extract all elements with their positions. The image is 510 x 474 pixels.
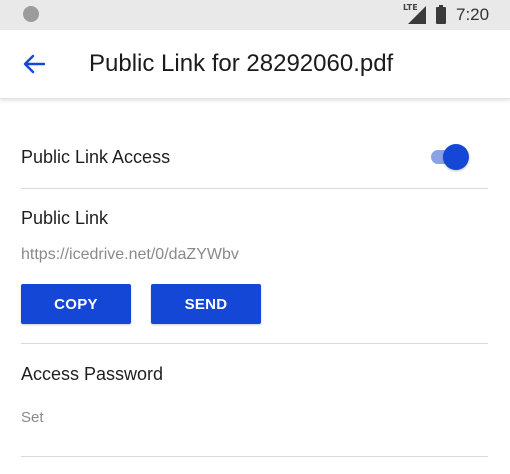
arrow-left-icon [23,54,45,74]
send-button[interactable]: SEND [151,284,261,324]
public-link-access-toggle[interactable] [429,144,469,170]
back-button[interactable] [18,48,50,80]
status-time: 7:20 [456,5,490,24]
network-type-label: LTE [403,3,418,12]
battery-icon [436,5,446,24]
divider [21,188,488,189]
public-link-access-label: Public Link Access [21,147,171,167]
divider [21,456,488,457]
access-password-set[interactable]: Set [21,409,44,426]
toggle-thumb [443,144,469,170]
notification-dot-icon [23,6,39,22]
divider [21,343,488,344]
copy-button[interactable]: COPY [21,284,131,324]
public-link-url[interactable]: https://icedrive.net/0/daZYWbv [21,246,239,264]
app-bar: Public Link for 28292060.pdf [0,30,510,99]
page-title: Public Link for 28292060.pdf [89,50,394,77]
status-bar: LTE 7:20 [0,0,510,30]
access-password-label: Access Password [21,364,164,384]
public-link-label: Public Link [21,208,109,228]
